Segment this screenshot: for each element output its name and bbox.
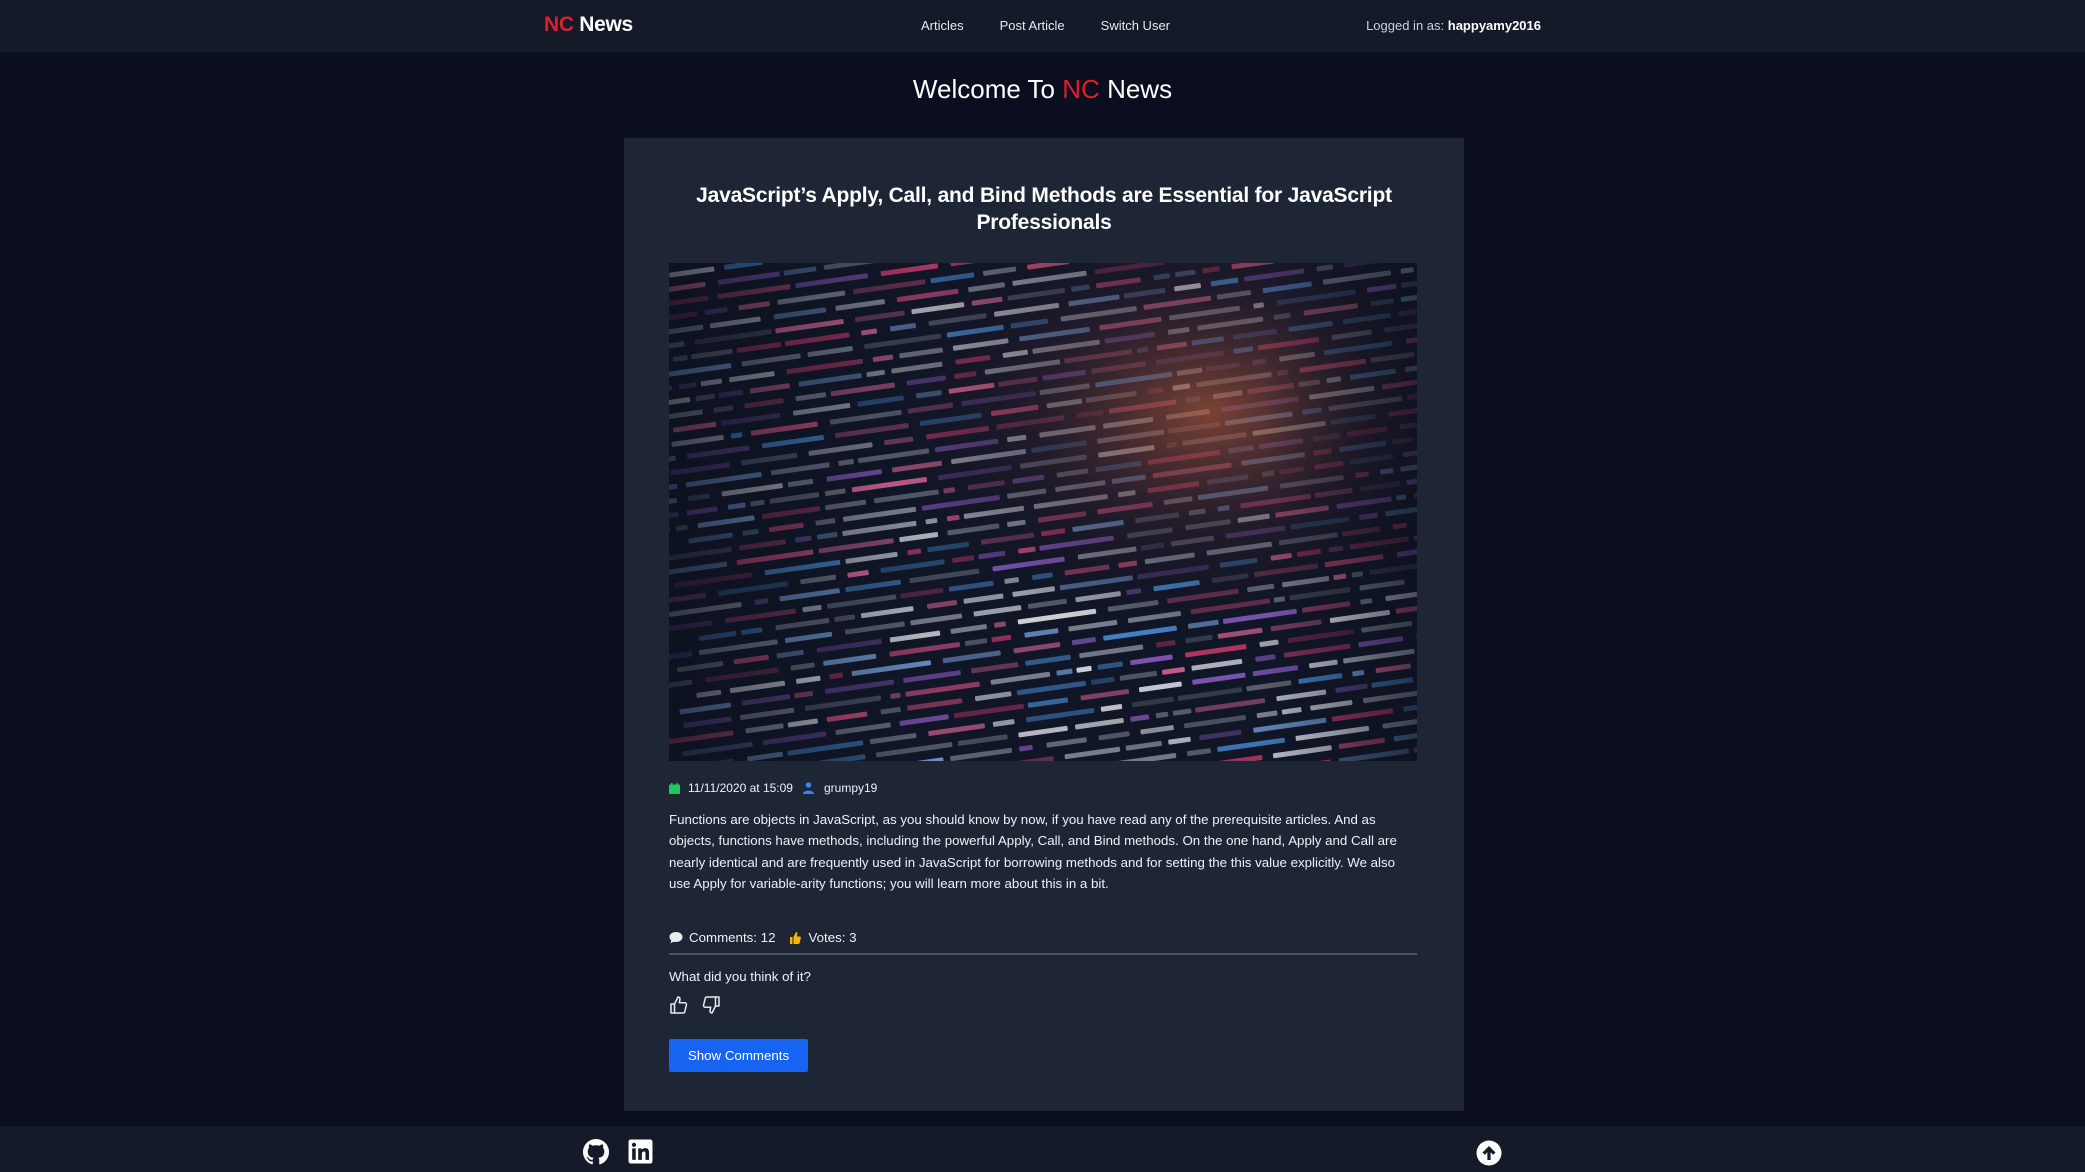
article-date: 11/11/2020 at 15:09 — [688, 781, 793, 795]
article-title: JavaScript’s Apply, Call, and Bind Metho… — [696, 184, 1392, 234]
vote-count: Votes: 3 — [808, 930, 857, 945]
login-prefix: Logged in as: — [1366, 18, 1445, 33]
nav-articles-link[interactable]: Articles — [921, 18, 964, 33]
brand-logo[interactable]: NC News — [544, 13, 633, 37]
divider — [669, 953, 1417, 955]
brand-news: News — [579, 13, 633, 36]
nav-switch-user-link[interactable]: Switch User — [1101, 18, 1170, 33]
welcome-nc: NC — [1062, 74, 1100, 104]
navbar: NC News Articles Post Article Switch Use… — [0, 0, 2085, 52]
nav-links: Articles Post Article Switch User — [921, 18, 1170, 33]
calendar-icon — [669, 782, 680, 794]
brand-nc: NC — [544, 13, 574, 36]
back-to-top-icon[interactable] — [1476, 1140, 1502, 1166]
article-meta: 11/11/2020 at 15:09 grumpy19 — [669, 781, 877, 795]
show-comments-button[interactable]: Show Comments — [669, 1039, 808, 1072]
github-icon[interactable] — [583, 1139, 609, 1165]
welcome-heading: Welcome To NC News — [0, 74, 2085, 105]
article-stats: Comments: 12 Votes: 3 — [669, 930, 857, 945]
article-body: Functions are objects in JavaScript, as … — [669, 812, 1397, 891]
feedback-prompt: What did you think of it? — [669, 969, 811, 984]
login-username: happyamy2016 — [1447, 18, 1541, 33]
comment-count: Comments: 12 — [689, 930, 776, 945]
footer — [0, 1126, 2085, 1172]
article-author[interactable]: grumpy19 — [824, 781, 877, 795]
code-screen-photo-icon — [669, 263, 1417, 761]
login-status: Logged in as: happyamy2016 — [1366, 18, 1541, 33]
comment-icon — [669, 932, 683, 944]
article-card: JavaScript’s Apply, Call, and Bind Metho… — [624, 138, 1464, 1111]
article-image — [669, 263, 1417, 761]
thumbs-down-icon[interactable] — [701, 995, 721, 1015]
welcome-prefix: Welcome To — [912, 74, 1056, 104]
thumbs-up-vote-icon — [790, 931, 802, 944]
nav-post-article-link[interactable]: Post Article — [1000, 18, 1065, 33]
linkedin-icon[interactable] — [628, 1139, 653, 1164]
user-icon — [802, 782, 814, 794]
welcome-suffix: News — [1107, 74, 1173, 104]
thumbs-up-icon[interactable] — [669, 995, 689, 1015]
